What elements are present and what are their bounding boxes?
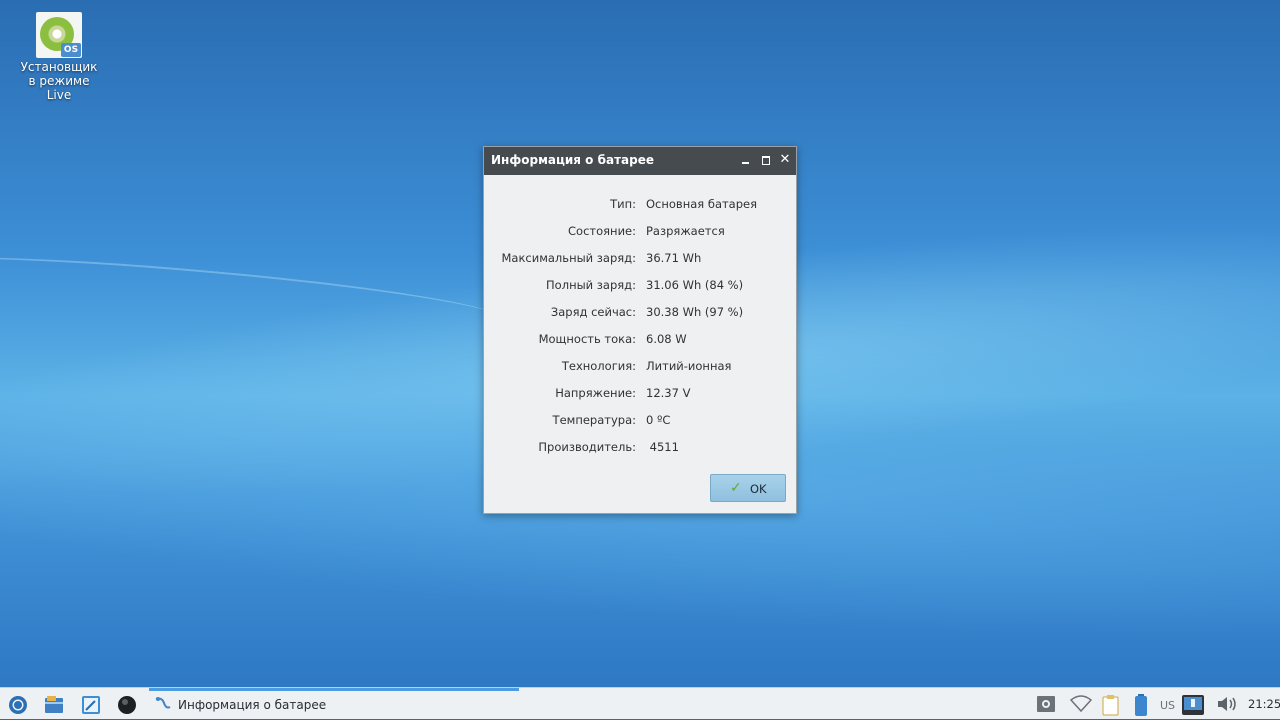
minimize-icon xyxy=(742,162,749,164)
info-value: 31.06 Wh (84 %) xyxy=(646,278,744,292)
info-row-voltage: Напряжение: 12.37 V xyxy=(484,386,798,402)
file-manager-icon[interactable] xyxy=(44,695,64,715)
battery-icon[interactable] xyxy=(1134,694,1148,716)
info-row-temperature: Температура: 0 ºC xyxy=(484,413,798,429)
wifi-icon[interactable] xyxy=(1069,694,1093,714)
system-tray-settings-icon[interactable] xyxy=(1036,694,1056,714)
maximize-icon xyxy=(762,156,770,165)
info-key: Заряд сейчас: xyxy=(550,305,636,319)
task-label: Информация о батарее xyxy=(178,698,327,712)
info-value: Литий-ионная xyxy=(646,359,732,373)
dialog-titlebar[interactable]: Информация о батарее ✕ xyxy=(484,147,796,175)
usb-device-icon[interactable] xyxy=(1181,694,1205,715)
text-editor-icon[interactable] xyxy=(81,695,101,715)
info-value: 6.08 W xyxy=(646,332,687,346)
label-line: Установщик xyxy=(20,60,98,74)
clipboard-icon[interactable] xyxy=(1100,694,1122,716)
info-value: 36.71 Wh xyxy=(646,251,702,265)
taskbar: Информация о батарее US 21:25 xyxy=(0,687,1280,719)
info-value: 30.38 Wh (97 %) xyxy=(646,305,744,319)
info-key: Полный заряд: xyxy=(546,278,636,292)
start-menu-icon[interactable] xyxy=(8,695,28,715)
maximize-button[interactable] xyxy=(759,153,773,167)
info-row-power: Мощность тока: 6.08 W xyxy=(484,332,798,348)
info-row-state: Состояние: Разряжается xyxy=(484,224,798,240)
os-badge: OS xyxy=(61,43,81,57)
ok-button[interactable]: ✓ OK xyxy=(710,474,786,502)
info-value: 4511 xyxy=(646,440,679,454)
volume-icon[interactable] xyxy=(1216,694,1238,714)
close-button[interactable]: ✕ xyxy=(778,153,792,167)
info-value: 12.37 V xyxy=(646,386,691,400)
info-row-technology: Технология: Литий-ионная xyxy=(484,359,798,375)
info-value: Основная батарея xyxy=(646,197,758,211)
keyboard-layout-indicator[interactable]: US xyxy=(1160,699,1175,712)
info-key: Технология: xyxy=(561,359,636,373)
active-task-indicator xyxy=(149,688,519,691)
info-row-max-charge: Максимальный заряд: 36.71 Wh xyxy=(484,251,798,267)
info-key: Состояние: xyxy=(568,224,636,238)
info-row-full-charge: Полный заряд: 31.06 Wh (84 %) xyxy=(484,278,798,294)
app-icon xyxy=(154,695,172,717)
info-key: Максимальный заряд: xyxy=(501,251,637,265)
info-key: Напряжение: xyxy=(555,386,636,400)
ok-button-label: OK xyxy=(750,482,767,496)
battery-info-dialog: Информация о батарее ✕ Тип: Основная бат… xyxy=(483,146,797,514)
info-row-manufacturer: Производитель: 4511 xyxy=(484,440,798,456)
installer-icon: OS xyxy=(36,12,82,58)
info-value: Разряжается xyxy=(646,224,725,238)
clock[interactable]: 21:25 xyxy=(1248,697,1280,711)
info-row-current-charge: Заряд сейчас: 30.38 Wh (97 %) xyxy=(484,305,798,321)
label-line: в режиме xyxy=(28,74,90,88)
minimize-button[interactable] xyxy=(739,153,753,167)
desktop-icon-label: Установщик в режиме Live xyxy=(12,60,106,102)
desktop-icon-live-installer[interactable]: OS Установщик в режиме Live xyxy=(12,12,106,102)
info-key: Производитель: xyxy=(538,440,636,454)
checkmark-icon: ✓ xyxy=(730,480,742,496)
label-line: Live xyxy=(46,88,72,102)
info-key: Мощность тока: xyxy=(538,332,636,346)
info-value: 0 ºC xyxy=(646,413,671,427)
taskbar-task-battery-info[interactable]: Информация о батарее xyxy=(149,688,519,719)
dialog-title: Информация о батарее xyxy=(491,153,654,167)
info-row-type: Тип: Основная батарея xyxy=(484,197,798,213)
info-key: Тип: xyxy=(610,197,636,211)
close-icon: ✕ xyxy=(779,152,791,167)
info-key: Температура: xyxy=(552,413,636,427)
web-browser-icon[interactable] xyxy=(117,695,137,715)
